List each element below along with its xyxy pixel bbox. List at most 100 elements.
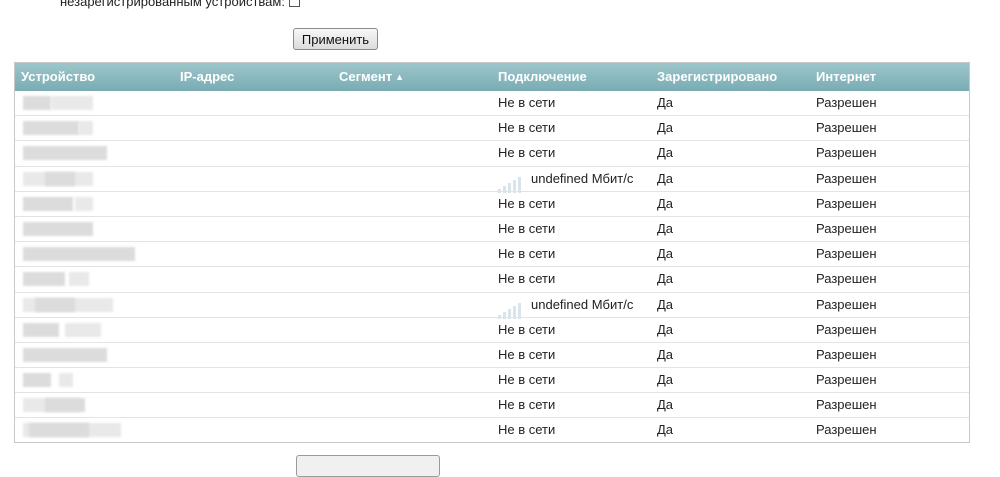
unregistered-devices-label: незарегистрированным устройствам: — [60, 0, 300, 9]
table-row[interactable]: Не в сети Да Разрешен — [15, 116, 969, 142]
apply-button[interactable]: Применить — [293, 28, 378, 50]
column-header-connection-label: Подключение — [498, 69, 587, 84]
connection-status: Не в сети — [498, 397, 556, 413]
sort-ascending-icon: ▲ — [395, 72, 405, 82]
redacted-block — [23, 373, 51, 388]
registered-cell: Да — [657, 220, 674, 236]
device-name-redacted — [15, 192, 145, 216]
redacted-block — [23, 196, 73, 211]
device-name-redacted — [15, 116, 145, 140]
signal-strength-icon — [498, 295, 523, 319]
column-header-internet-label: Интернет — [816, 69, 877, 84]
connection-status: Не в сети — [498, 220, 556, 236]
table-row[interactable]: undefined Мбит/с Да Разрешен — [15, 167, 969, 193]
registered-cell: Да — [657, 321, 674, 337]
connection-cell: undefined Мбит/с — [498, 167, 634, 193]
connection-cell: Не в сети — [498, 343, 555, 367]
table-row[interactable]: Не в сети Да Разрешен — [15, 217, 969, 243]
internet-cell: Разрешен — [816, 296, 877, 312]
connection-status: Не в сети — [498, 346, 556, 362]
registered-cell: Да — [657, 120, 674, 136]
redacted-block — [79, 121, 93, 136]
column-header-ip[interactable]: IP-адрес — [180, 63, 234, 91]
connection-cell: Не в сети — [498, 242, 555, 266]
table-row[interactable]: Не в сети Да Разрешен — [15, 393, 969, 419]
registered-cell: Да — [657, 170, 674, 186]
device-name-redacted — [15, 393, 145, 417]
redacted-block — [23, 247, 135, 262]
registered-cell: Да — [657, 422, 674, 438]
redacted-block — [59, 373, 73, 388]
connection-cell: Не в сети — [498, 368, 555, 392]
column-header-segment-label: Сегмент — [339, 69, 393, 84]
table-row[interactable]: Не в сети Да Разрешен — [15, 91, 969, 117]
internet-cell: Разрешен — [816, 246, 877, 262]
registered-cell: Да — [657, 397, 674, 413]
bottom-action-button[interactable] — [296, 455, 440, 477]
internet-cell: Разрешен — [816, 170, 877, 186]
registered-cell: Да — [657, 271, 674, 287]
connection-status: Не в сети — [498, 195, 556, 211]
redacted-block — [23, 221, 93, 236]
device-name-redacted — [15, 267, 145, 291]
column-header-segment[interactable]: Сегмент ▲ — [339, 63, 404, 91]
internet-cell: Разрешен — [816, 422, 877, 438]
connection-status: Не в сети — [498, 120, 556, 136]
connection-status: Не в сети — [498, 271, 556, 287]
table-body: Не в сети Да Разрешен Не в сети Да Разрешен Не… — [15, 91, 969, 442]
internet-cell: Разрешен — [816, 346, 877, 362]
device-name-redacted — [15, 368, 145, 392]
device-name-redacted — [15, 418, 145, 442]
device-name-redacted — [15, 343, 145, 367]
table-row[interactable]: Не в сети Да Разрешен — [15, 141, 969, 167]
table-row[interactable]: Не в сети Да Разрешен — [15, 418, 969, 442]
table-row[interactable]: Не в сети Да Разрешен — [15, 192, 969, 217]
connection-status: undefined Мбит/с — [531, 296, 634, 312]
connection-status: undefined Мбит/с — [531, 170, 634, 186]
redacted-block — [23, 272, 65, 287]
table-row[interactable]: Не в сети Да Разрешен — [15, 343, 969, 369]
table-row[interactable]: undefined Мбит/с Да Разрешен — [15, 293, 969, 319]
devices-table: Устройство IP-адрес Сегмент ▲ Подключение… — [14, 62, 970, 443]
device-name-redacted — [15, 141, 145, 165]
device-name-redacted — [15, 217, 145, 241]
table-row[interactable]: Не в сети Да Разрешен — [15, 318, 969, 343]
redacted-block — [23, 347, 107, 362]
column-header-connection[interactable]: Подключение — [498, 63, 587, 91]
column-header-ip-label: IP-адрес — [180, 69, 235, 84]
column-header-registered[interactable]: Зарегистрировано — [657, 63, 777, 91]
redacted-block — [23, 322, 59, 337]
unregistered-devices-text: незарегистрированным устройствам: — [60, 0, 285, 9]
connection-cell: Не в сети — [498, 217, 555, 241]
column-header-device[interactable]: Устройство — [21, 63, 95, 91]
redacted-block — [23, 146, 107, 161]
registered-cell: Да — [657, 246, 674, 262]
internet-cell: Разрешен — [816, 397, 877, 413]
device-name-redacted — [15, 293, 145, 317]
connection-status: Не в сети — [498, 321, 556, 337]
column-header-device-label: Устройство — [21, 69, 96, 84]
connection-status: Не в сети — [498, 145, 556, 161]
unregistered-devices-checkbox[interactable] — [288, 0, 300, 7]
redacted-block — [45, 398, 85, 413]
column-header-registered-label: Зарегистрировано — [657, 69, 778, 84]
internet-cell: Разрешен — [816, 120, 877, 136]
internet-cell: Разрешен — [816, 372, 877, 388]
connection-cell: Не в сети — [498, 192, 555, 216]
redacted-block — [29, 423, 89, 438]
table-header: Устройство IP-адрес Сегмент ▲ Подключение… — [15, 63, 969, 91]
column-header-internet[interactable]: Интернет — [816, 63, 876, 91]
connection-cell: Не в сети — [498, 267, 555, 291]
registered-cell: Да — [657, 296, 674, 312]
device-name-redacted — [15, 242, 145, 266]
table-row[interactable]: Не в сети Да Разрешен — [15, 368, 969, 394]
redacted-block — [35, 297, 75, 312]
connection-status: Не в сети — [498, 372, 556, 388]
connection-cell: Не в сети — [498, 393, 555, 417]
table-row[interactable]: Не в сети Да Разрешен — [15, 267, 969, 293]
internet-cell: Разрешен — [816, 220, 877, 236]
table-row[interactable]: Не в сети Да Разрешен — [15, 242, 969, 268]
connection-cell: Не в сети — [498, 141, 555, 165]
internet-cell: Разрешен — [816, 145, 877, 161]
registered-cell: Да — [657, 372, 674, 388]
